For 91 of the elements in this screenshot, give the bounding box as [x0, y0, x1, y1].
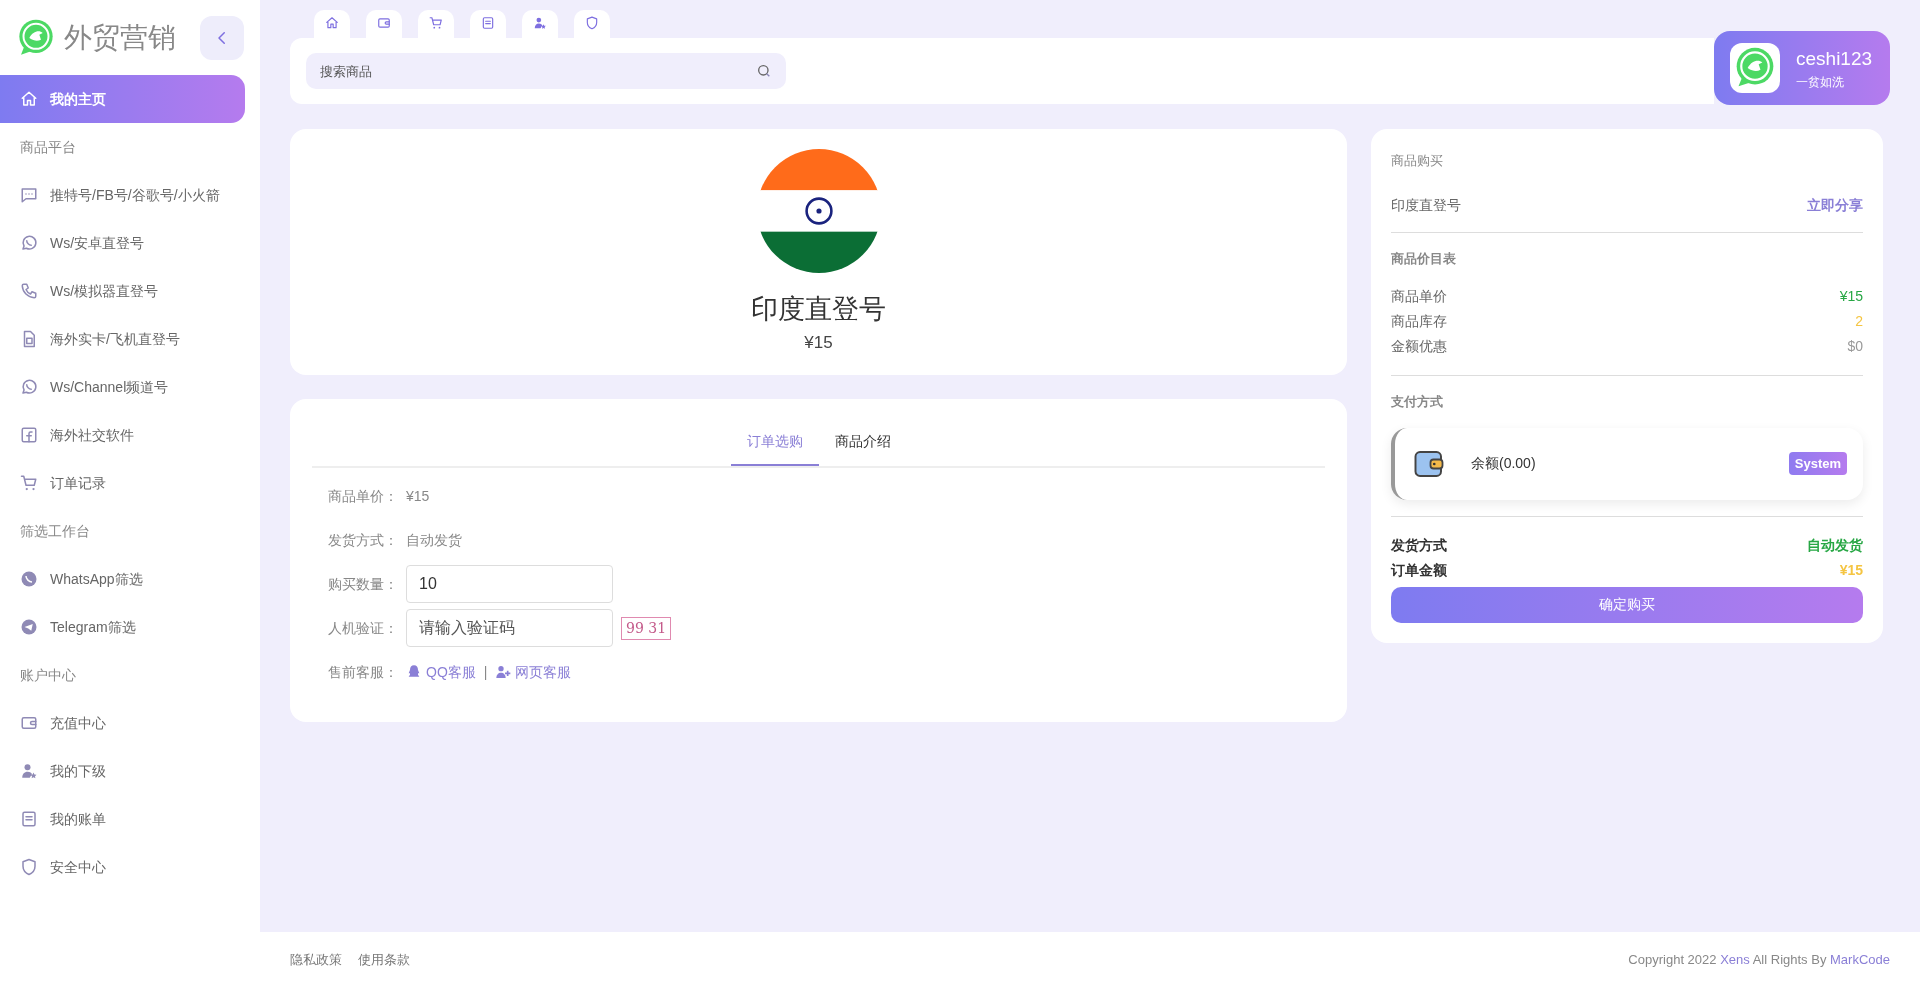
copyright-text: Copyright 2022 Xens All Rights By MarkCode	[1628, 951, 1890, 970]
user-card[interactable]: ceshi123 一贫如洗	[1714, 31, 1890, 105]
summary-value: 自动发货	[1807, 535, 1863, 555]
support-link[interactable]: 网页客服	[495, 661, 572, 683]
user-add-icon	[495, 664, 512, 680]
captcha-image[interactable]: 99 31	[621, 616, 672, 640]
quick-tab[interactable]	[366, 10, 402, 38]
copyright-link[interactable]: Xens	[1720, 952, 1750, 968]
summary-label: 发货方式	[1391, 535, 1447, 555]
separator: |	[483, 662, 488, 682]
wallet-icon	[377, 16, 391, 30]
share-link[interactable]: 立即分享	[1807, 194, 1863, 216]
quick-tab[interactable]	[314, 10, 350, 38]
facebook-icon	[20, 426, 38, 444]
tab[interactable]: 订单选购	[730, 419, 819, 466]
sidebar-item[interactable]: 推特号/FB号/谷歌号/小火箭	[0, 171, 245, 219]
support-link[interactable]: QQ客服	[406, 661, 476, 683]
product-price: ¥15	[804, 331, 833, 354]
brand-name: 外贸营销	[64, 20, 176, 55]
field-label: 发货方式：	[328, 530, 398, 550]
wallet-icon	[20, 714, 38, 732]
sidebar-item[interactable]: 安全中心	[0, 843, 245, 891]
home-icon	[20, 90, 38, 108]
sidebar-item[interactable]: 海外实卡/飞机直登号	[0, 315, 245, 363]
sidebar-item[interactable]: 我的下级	[0, 747, 245, 795]
price-value: $0	[1847, 337, 1863, 356]
sidebar-item[interactable]: 我的账单	[0, 795, 245, 843]
sidebar-item[interactable]: 订单记录	[0, 459, 245, 507]
user-star-icon	[533, 16, 547, 30]
telegram-icon	[20, 618, 38, 636]
list-icon	[20, 810, 38, 828]
field-label: 商品单价：	[328, 486, 398, 506]
sidebar-item[interactable]: Ws/模拟器直登号	[0, 267, 245, 315]
search-field[interactable]: 搜索商品	[306, 53, 786, 89]
home-icon	[325, 16, 339, 30]
user-star-icon	[20, 762, 38, 780]
whatsapp-icon	[20, 234, 38, 252]
whatsapp-icon	[20, 378, 38, 396]
list-icon	[481, 16, 495, 30]
sidebar-item[interactable]: 我的主页	[0, 75, 245, 123]
payment-tag: System	[1788, 451, 1847, 476]
summary-value: ¥15	[1839, 560, 1863, 580]
captcha-field[interactable]: 请输入验证码	[406, 609, 613, 647]
section-title: 支付方式	[1391, 393, 1444, 411]
quantity-field[interactable]: 10	[406, 565, 613, 603]
quick-tab[interactable]	[470, 10, 506, 38]
price-label: 商品库存	[1391, 312, 1447, 331]
sidebar-item[interactable]: 充值中心	[0, 699, 245, 747]
copyright-link[interactable]: MarkCode	[1830, 952, 1890, 968]
cart-icon	[429, 16, 443, 30]
chat-icon	[20, 186, 38, 204]
summary-label: 订单金额	[1391, 560, 1447, 580]
sidebar-item[interactable]: Ws/Channel频道号	[0, 363, 245, 411]
price-value: ¥15	[1839, 287, 1863, 306]
payment-option[interactable]: 余额(0.00) System	[1391, 427, 1863, 500]
field-value: ¥15	[406, 486, 430, 506]
product-title: 印度直登号	[751, 293, 886, 326]
buy-button[interactable]: 确定购买	[1391, 586, 1863, 623]
sidebar-item[interactable]: Ws/安卓直登号	[0, 219, 245, 267]
whatsapp-icon	[20, 570, 38, 588]
field-label: 人机验证：	[328, 618, 398, 638]
product-name: 印度直登号	[1391, 195, 1461, 215]
quick-tab[interactable]	[574, 10, 610, 38]
qq-icon	[406, 664, 422, 680]
quick-tab[interactable]	[522, 10, 558, 38]
field-label: 售前客服：	[328, 662, 398, 682]
price-label: 金额优惠	[1391, 337, 1447, 356]
section-title: 商品购买	[1391, 152, 1444, 170]
shield-icon	[20, 858, 38, 876]
user-tagline: 一贫如洗	[1796, 74, 1845, 92]
section-title: 商品价目表	[1391, 249, 1457, 268]
phone-icon	[20, 282, 38, 300]
field-value: 自动发货	[406, 530, 462, 550]
sidebar-item[interactable]: Telegram筛选	[0, 603, 245, 651]
payment-label: 余额(0.00)	[1471, 454, 1536, 473]
sidebar-item[interactable]: 海外社交软件	[0, 411, 245, 459]
price-value: 2	[1855, 312, 1863, 331]
tab[interactable]: 商品介绍	[818, 419, 907, 466]
footer-link[interactable]: 使用条款	[358, 950, 410, 970]
section-label: 商品平台	[19, 137, 77, 157]
section-label: 账户中心	[19, 665, 77, 685]
sidebar-item[interactable]: WhatsApp筛选	[0, 555, 245, 603]
footer-link[interactable]: 隐私政策	[290, 950, 342, 970]
search-icon	[756, 63, 772, 79]
user-name: ceshi123	[1796, 46, 1873, 71]
shield-icon	[585, 16, 599, 30]
field-label: 购买数量：	[328, 574, 398, 594]
price-label: 商品单价	[1391, 287, 1447, 306]
quick-tab[interactable]	[418, 10, 454, 38]
section-label: 筛选工作台	[19, 521, 91, 541]
cart-icon	[20, 474, 38, 492]
